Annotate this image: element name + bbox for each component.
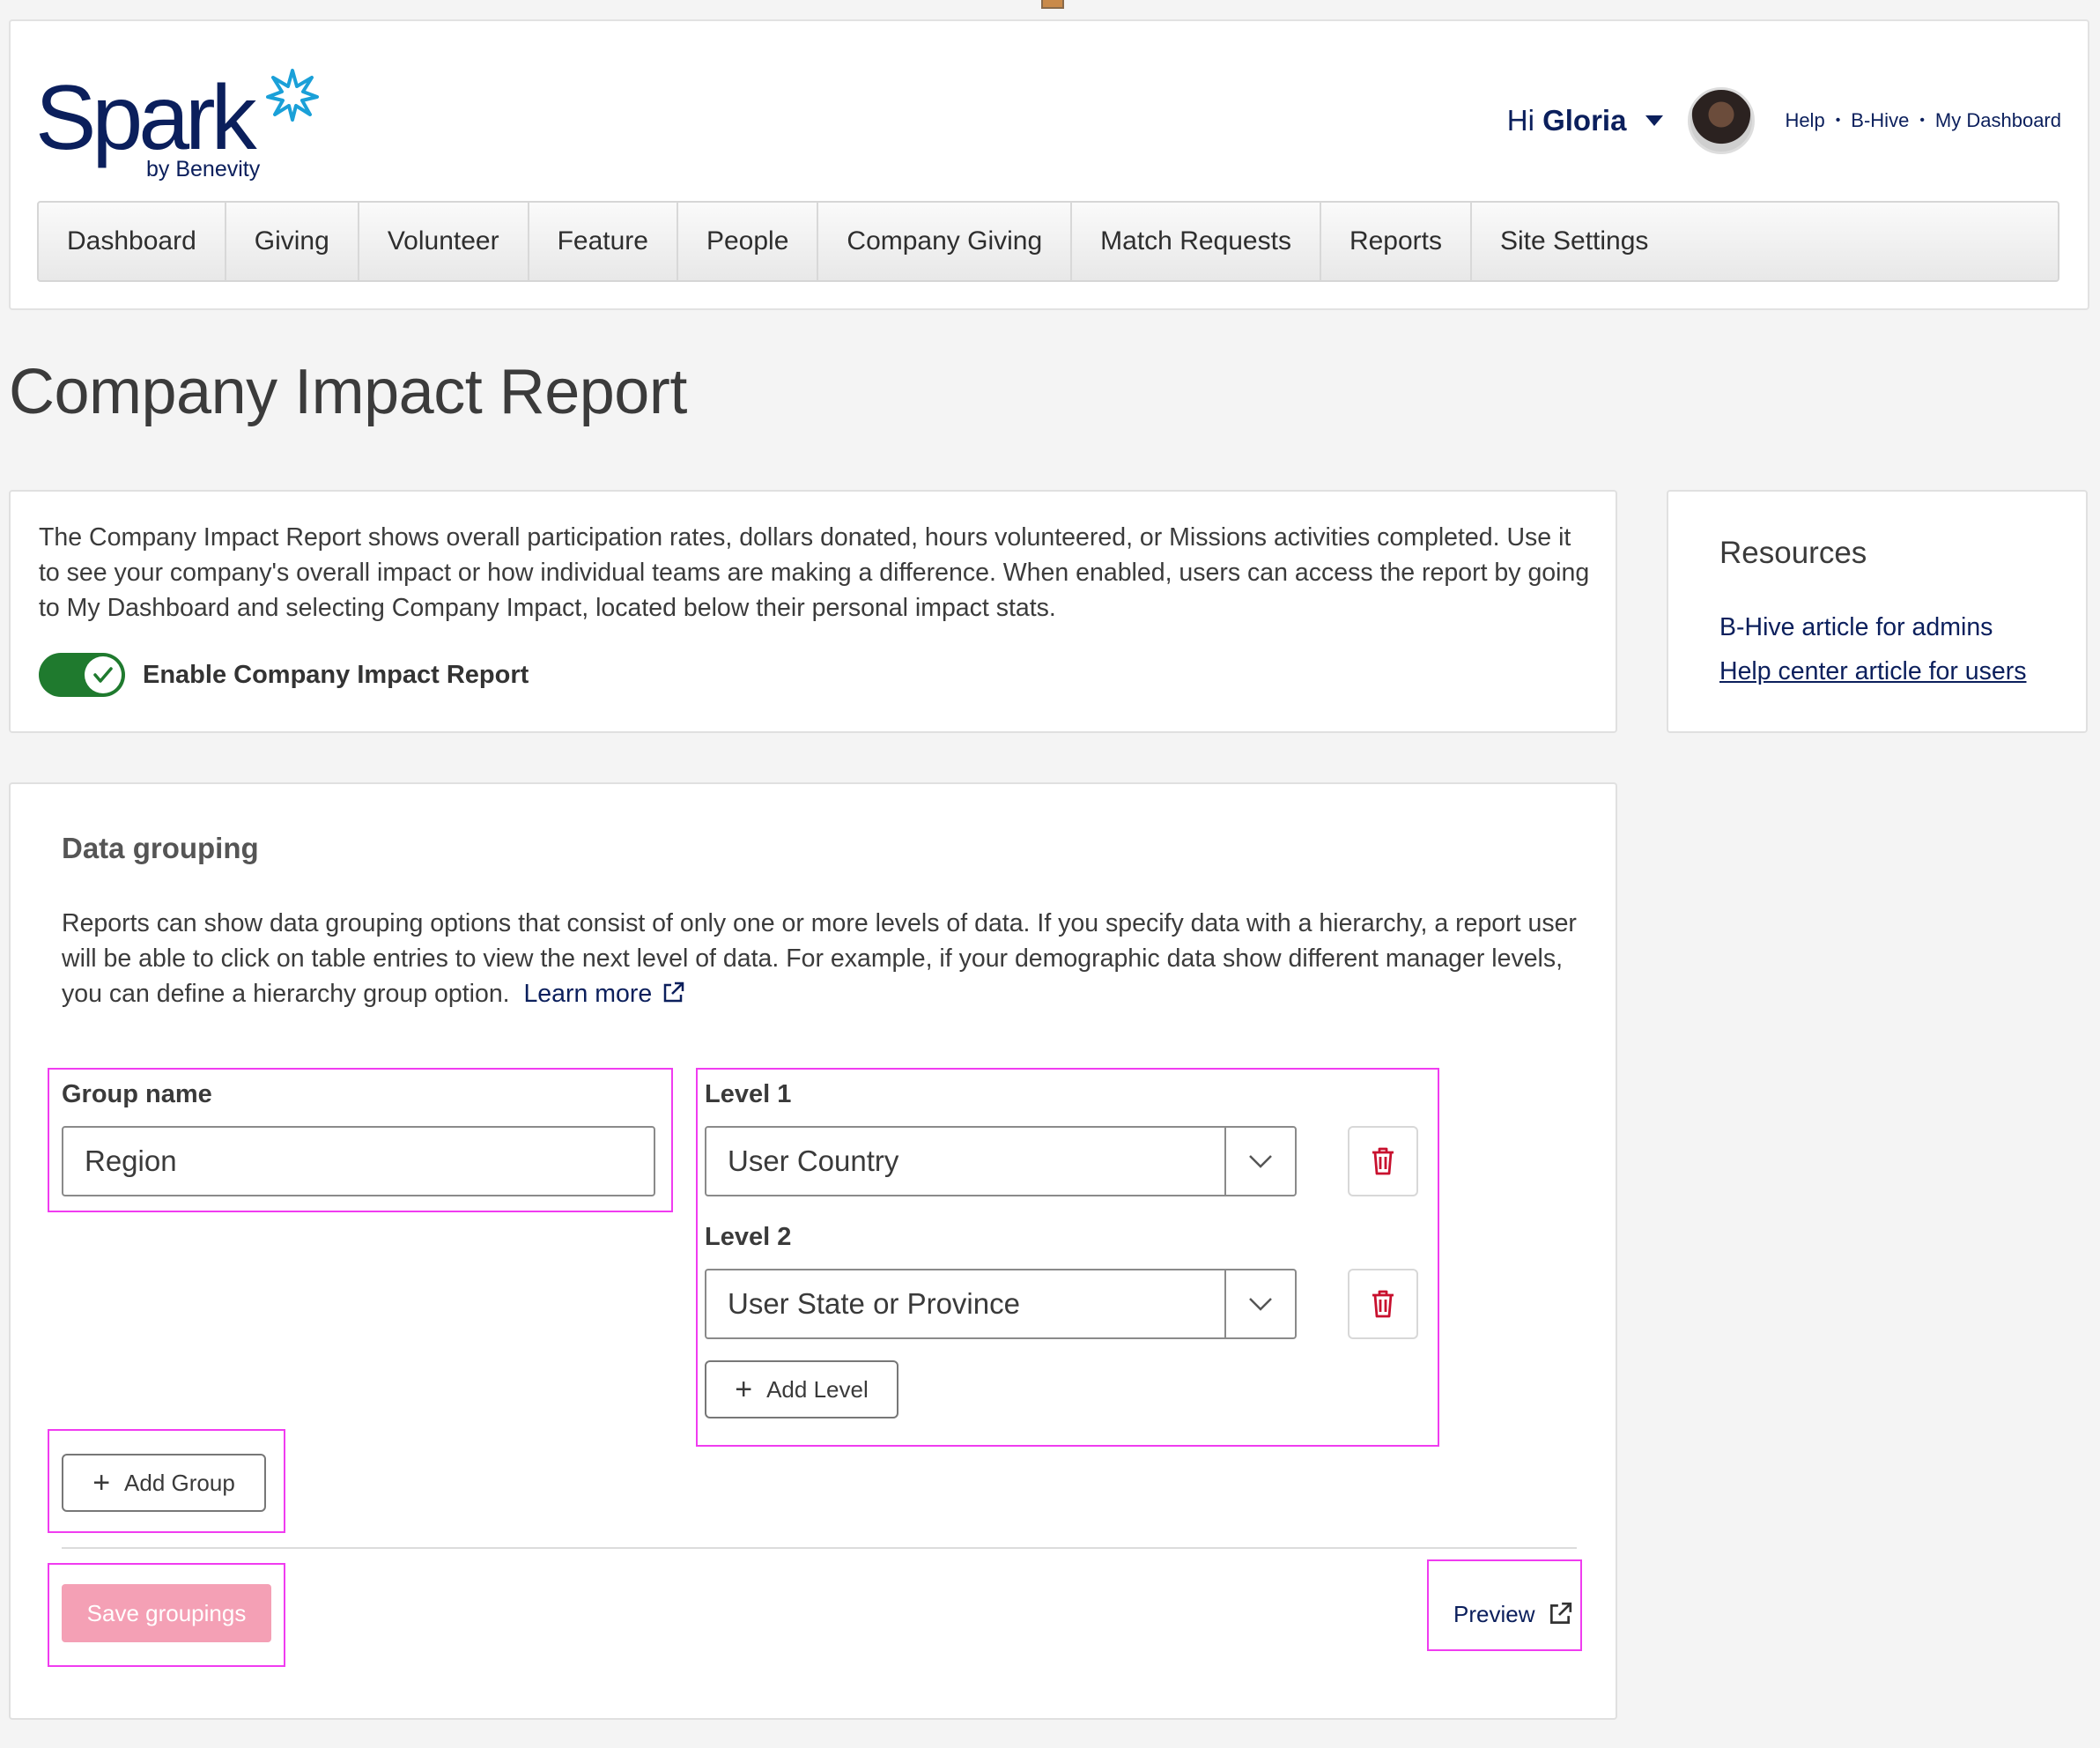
intro-card: The Company Impact Report shows overall … bbox=[9, 490, 1617, 733]
chevron-down-icon[interactable] bbox=[1224, 1270, 1295, 1337]
save-groupings-button[interactable]: Save groupings bbox=[62, 1584, 271, 1642]
delete-level-1-button[interactable] bbox=[1348, 1126, 1418, 1196]
enable-report-toggle[interactable] bbox=[39, 653, 125, 697]
bhive-link[interactable]: B-Hive bbox=[1851, 109, 1909, 132]
plus-icon: + bbox=[92, 1466, 111, 1500]
logo-tagline: by Benevity bbox=[146, 157, 261, 181]
nav-item-reports[interactable]: Reports bbox=[1321, 203, 1472, 280]
level-1-label: Level 1 bbox=[705, 1080, 792, 1108]
nav-item-people[interactable]: People bbox=[678, 203, 819, 280]
user-name: Gloria bbox=[1542, 104, 1627, 137]
site-header: Spark by Benevity Hi Gloria Help • B-Hiv… bbox=[9, 19, 2089, 310]
add-level-label: Add Level bbox=[766, 1375, 869, 1403]
user-greeting[interactable]: Hi Gloria bbox=[1507, 104, 1627, 137]
my-dashboard-link[interactable]: My Dashboard bbox=[1935, 109, 2061, 132]
avatar[interactable] bbox=[1688, 87, 1756, 154]
plus-icon: + bbox=[735, 1373, 753, 1406]
trash-icon bbox=[1372, 1290, 1394, 1318]
group-name-input[interactable]: Region bbox=[62, 1126, 655, 1196]
data-grouping-title: Data grouping bbox=[62, 832, 259, 864]
delete-level-2-button[interactable] bbox=[1348, 1269, 1418, 1339]
add-level-button[interactable]: + Add Level bbox=[705, 1360, 898, 1418]
logo-wordmark: Spark bbox=[35, 67, 257, 169]
group-name-label: Group name bbox=[62, 1080, 212, 1108]
star-burst-icon bbox=[266, 69, 319, 122]
greeting-prefix: Hi bbox=[1506, 104, 1534, 137]
link-separator: • bbox=[1835, 113, 1841, 128]
resources-title: Resources bbox=[1719, 536, 1867, 570]
top-marker bbox=[1041, 0, 1064, 9]
page-title: Company Impact Report bbox=[9, 357, 687, 427]
help-center-article-link[interactable]: Help center article for users bbox=[1719, 657, 2026, 686]
nav-item-feature[interactable]: Feature bbox=[529, 203, 678, 280]
nav-item-match-requests[interactable]: Match Requests bbox=[1072, 203, 1321, 280]
data-grouping-card: Data grouping Reports can show data grou… bbox=[9, 782, 1617, 1720]
link-separator: • bbox=[1919, 113, 1925, 128]
level-1-select[interactable]: User Country bbox=[705, 1126, 1297, 1196]
section-divider bbox=[62, 1547, 1577, 1549]
bhive-article-link[interactable]: B-Hive article for admins bbox=[1719, 613, 1993, 642]
level-2-select[interactable]: User State or Province bbox=[705, 1269, 1297, 1339]
nav-item-volunteer[interactable]: Volunteer bbox=[359, 203, 529, 280]
toggle-knob bbox=[85, 656, 122, 693]
add-group-button[interactable]: + Add Group bbox=[62, 1454, 266, 1512]
toggle-label: Enable Company Impact Report bbox=[143, 661, 529, 689]
main-nav: Dashboard Giving Volunteer Feature Peopl… bbox=[37, 201, 2059, 282]
check-icon bbox=[93, 667, 113, 683]
level-2-label: Level 2 bbox=[705, 1223, 792, 1251]
nav-item-company-giving[interactable]: Company Giving bbox=[818, 203, 1073, 280]
preview-label: Preview bbox=[1453, 1600, 1535, 1627]
nav-item-site-settings[interactable]: Site Settings bbox=[1472, 203, 1676, 280]
resources-card: Resources B-Hive article for admins Help… bbox=[1667, 490, 2088, 733]
trash-icon bbox=[1372, 1147, 1394, 1175]
help-link[interactable]: Help bbox=[1785, 109, 1824, 132]
learn-more-link[interactable]: Learn more bbox=[517, 980, 686, 1008]
data-grouping-description: Reports can show data grouping options t… bbox=[62, 906, 1594, 1011]
nav-item-giving[interactable]: Giving bbox=[226, 203, 359, 280]
intro-description: The Company Impact Report shows overall … bbox=[39, 523, 1590, 622]
spark-logo[interactable]: Spark by Benevity bbox=[35, 48, 326, 189]
learn-more-label: Learn more bbox=[523, 980, 653, 1008]
level-2-value: User State or Province bbox=[728, 1287, 1020, 1320]
external-link-icon bbox=[1550, 1602, 1572, 1624]
external-link-icon bbox=[663, 981, 684, 1003]
preview-link[interactable]: Preview bbox=[1453, 1593, 1573, 1635]
level-1-value: User Country bbox=[728, 1144, 899, 1177]
user-area: Hi Gloria Help • B-Hive • My Dashboard bbox=[1507, 81, 2061, 160]
top-links: Help • B-Hive • My Dashboard bbox=[1785, 109, 2061, 132]
caret-down-icon[interactable] bbox=[1645, 115, 1664, 126]
add-group-label: Add Group bbox=[124, 1469, 235, 1496]
chevron-down-icon[interactable] bbox=[1224, 1128, 1295, 1195]
description-text: Reports can show data grouping options t… bbox=[62, 909, 1577, 1008]
nav-item-dashboard[interactable]: Dashboard bbox=[39, 203, 226, 280]
